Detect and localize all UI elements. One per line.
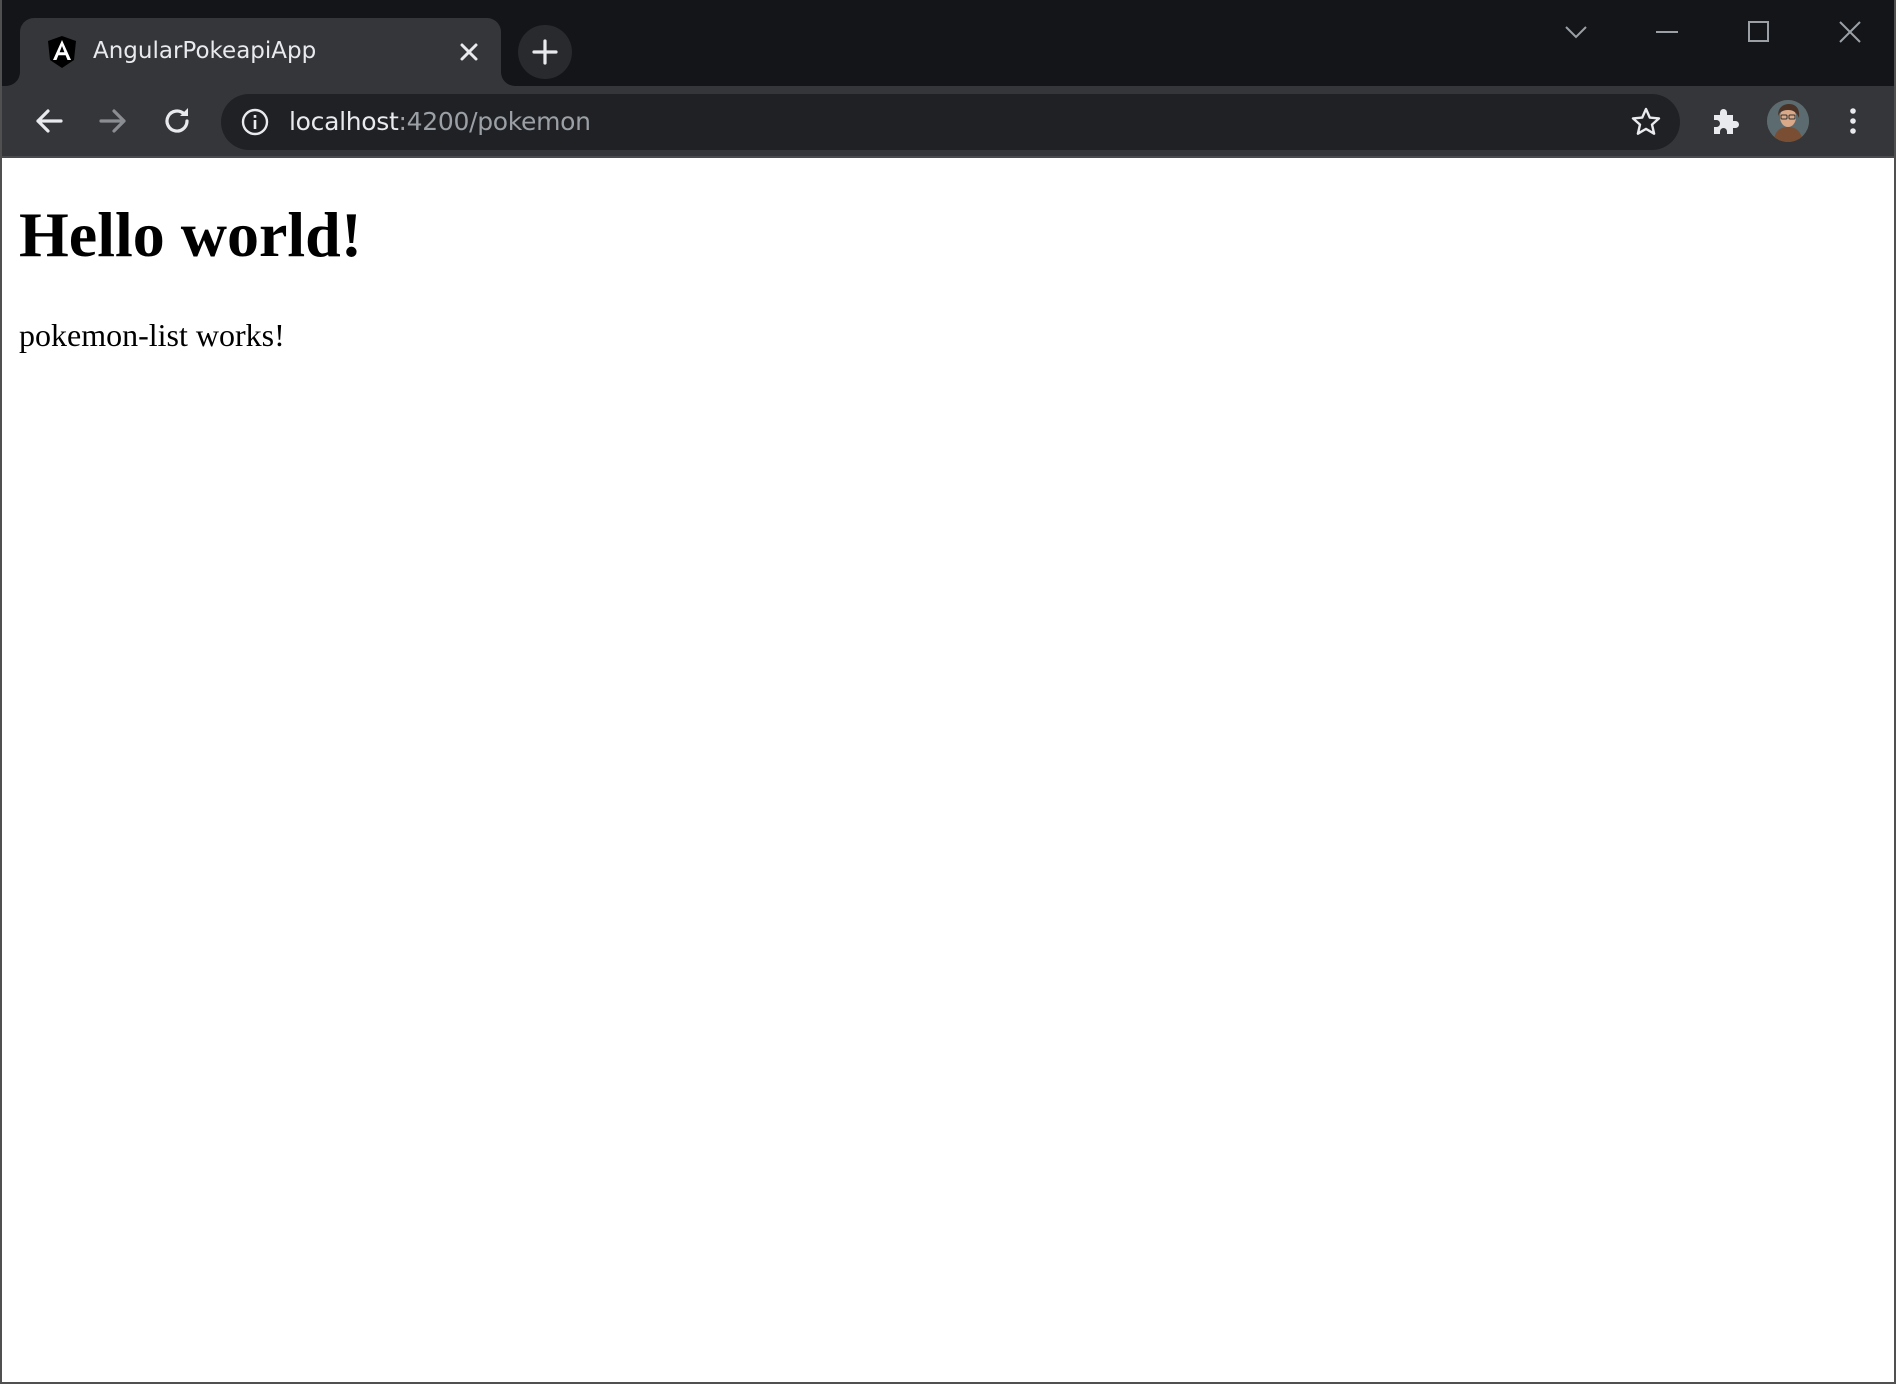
component-status-text: pokemon-list works! [19, 317, 285, 353]
plus-icon [532, 39, 558, 65]
tab-search-button[interactable] [1546, 10, 1606, 54]
page-content: Hello world! pokemon-list works! [2, 158, 1894, 1382]
reload-icon [165, 108, 189, 133]
forward-button[interactable] [90, 98, 136, 144]
close-icon [1839, 21, 1861, 43]
close-icon[interactable] [454, 37, 484, 67]
close-window-button[interactable] [1820, 10, 1880, 54]
new-tab-button[interactable] [518, 25, 572, 79]
url-path: :4200/pokemon [398, 107, 592, 136]
kebab-menu-icon [1850, 108, 1856, 134]
extensions-button[interactable] [1703, 98, 1749, 144]
arrow-right-icon [99, 109, 126, 133]
minimize-icon [1656, 31, 1678, 33]
url-host: localhost [289, 107, 399, 136]
chevron-down-icon [1565, 26, 1587, 39]
maximize-button[interactable] [1729, 10, 1789, 54]
reload-button[interactable] [154, 98, 200, 144]
address-bar[interactable]: localhost:4200/pokemon [221, 94, 1680, 150]
avatar[interactable] [1767, 100, 1809, 142]
page-heading: Hello world! [19, 199, 363, 270]
info-icon[interactable] [241, 108, 269, 136]
url-text[interactable]: localhost:4200/pokemon [289, 107, 591, 136]
tab-strip: AngularPokeapiApp [2, 0, 1894, 86]
minimize-button[interactable] [1637, 10, 1697, 54]
tab-active[interactable]: AngularPokeapiApp [20, 18, 501, 86]
browser-window: AngularPokeapiApp localhost:4200/pokemon… [0, 0, 1896, 1384]
browser-toolbar: localhost:4200/pokemon [2, 86, 1894, 158]
maximize-icon [1748, 21, 1769, 42]
arrow-left-icon [36, 109, 63, 133]
puzzle-icon [1714, 109, 1739, 134]
back-button[interactable] [26, 98, 72, 144]
browser-menu-button[interactable] [1830, 98, 1876, 144]
angular-logo-icon [46, 35, 78, 69]
star-icon[interactable] [1630, 106, 1662, 138]
tab-title: AngularPokeapiApp [93, 38, 317, 64]
